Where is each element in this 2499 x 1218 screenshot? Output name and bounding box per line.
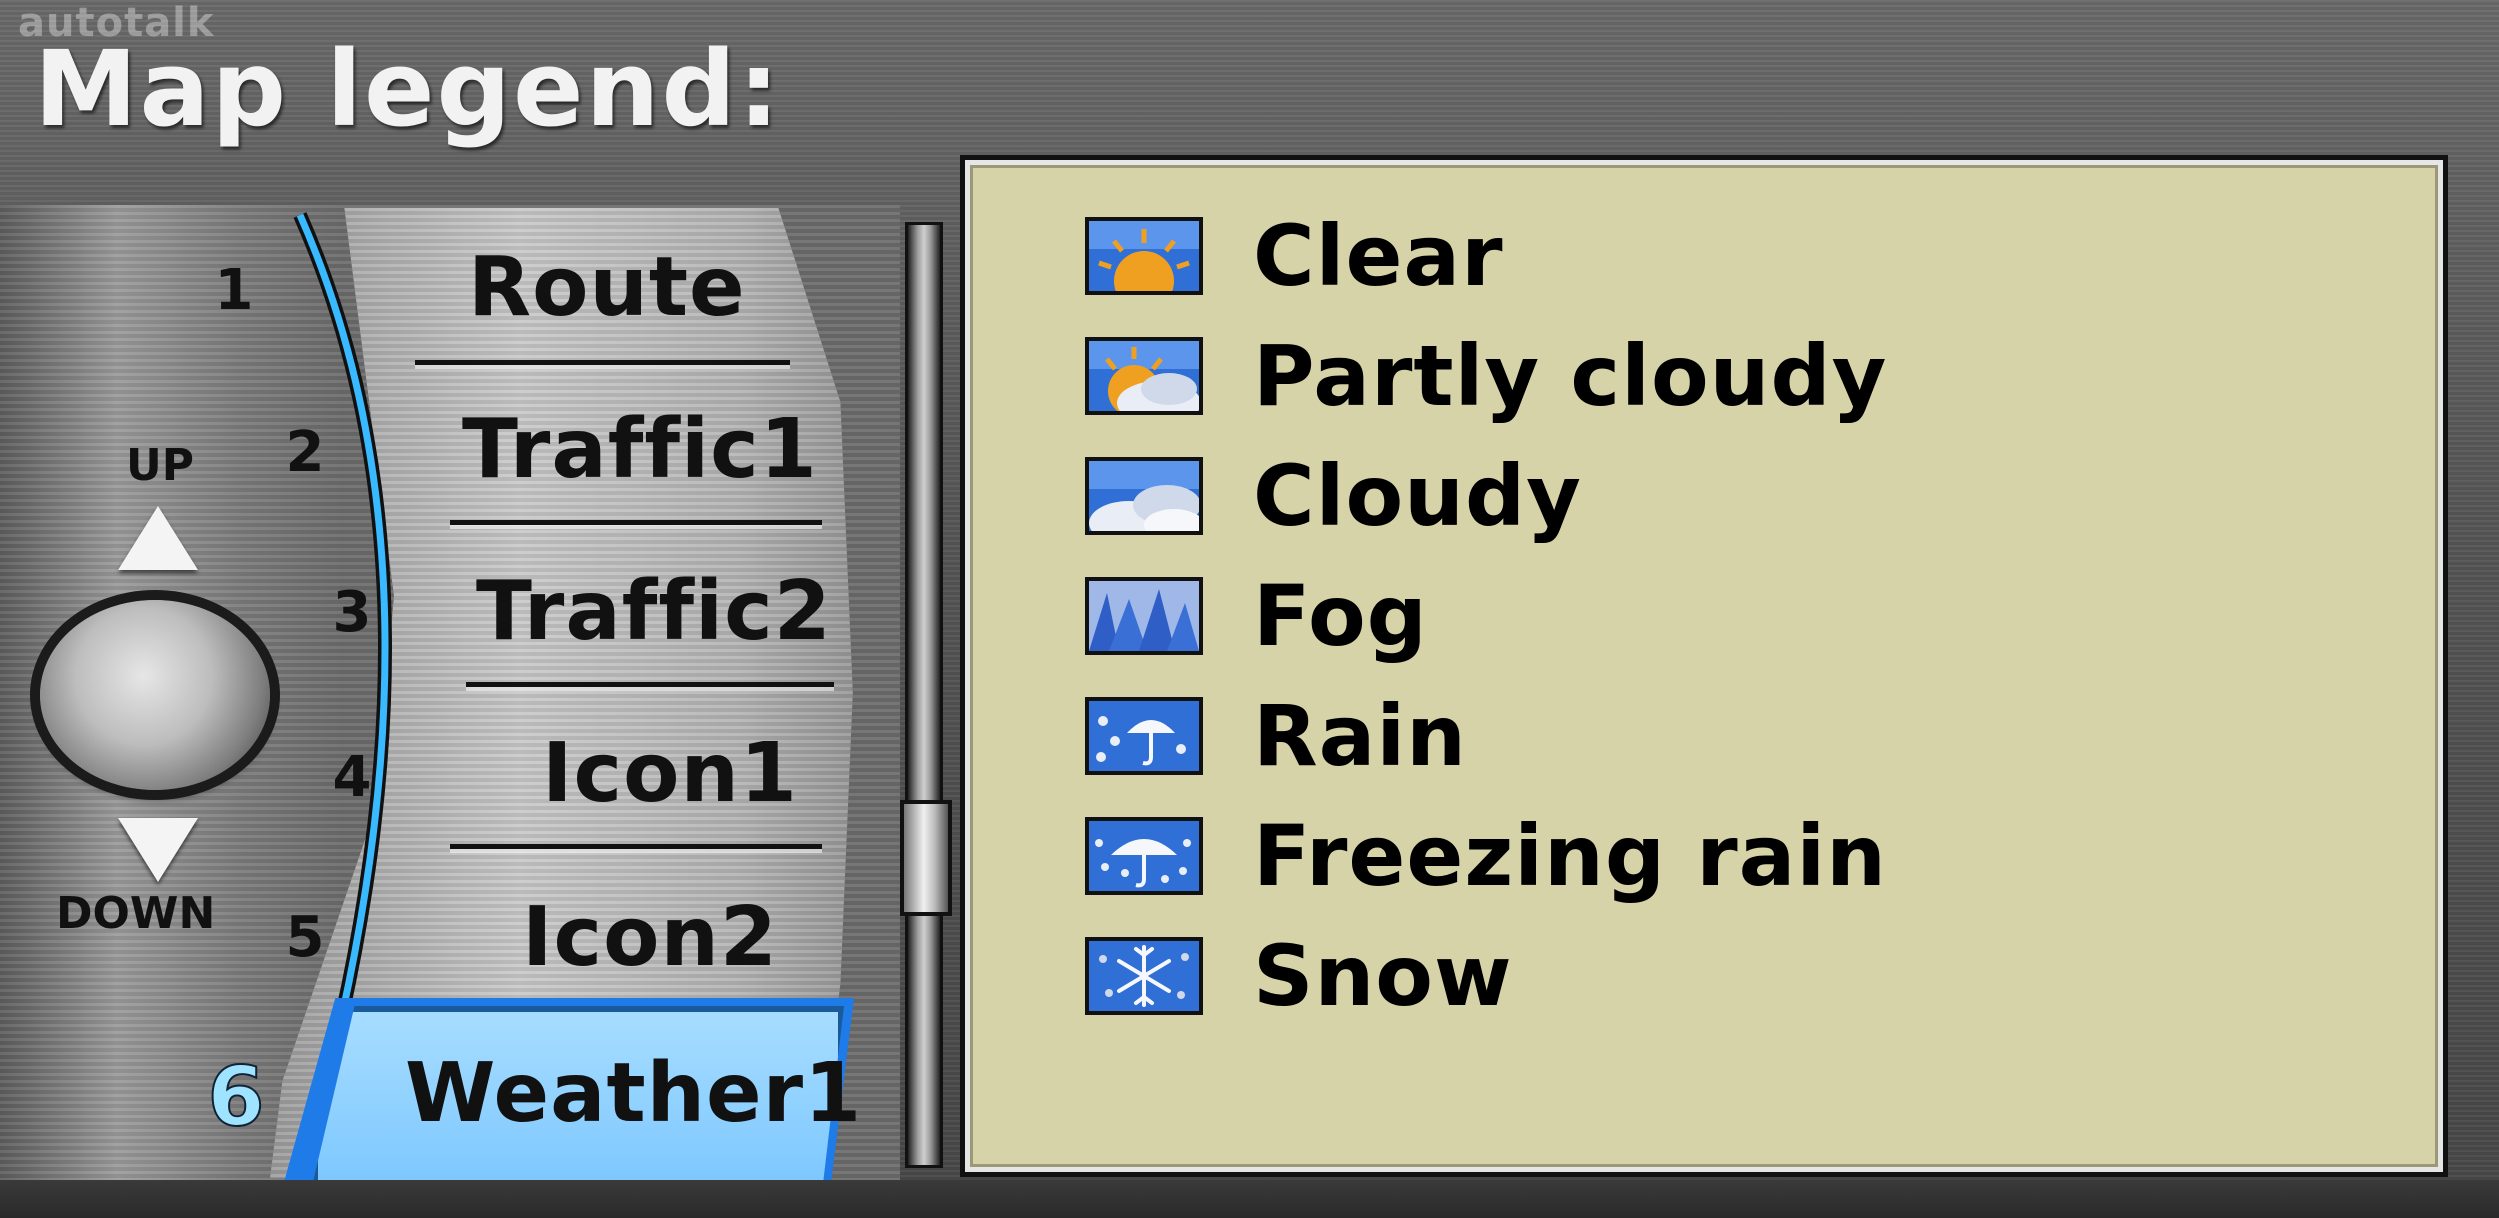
legend-row-cloudy: Cloudy — [1085, 447, 1582, 545]
selector-knob[interactable] — [40, 600, 270, 790]
partly-cloudy-icon — [1085, 337, 1203, 415]
page-title: Map legend: — [34, 28, 782, 150]
legend-row-fog: Fog — [1085, 567, 1428, 665]
legend-row-rain: Rain — [1085, 687, 1467, 785]
menu-number-6: 6 — [206, 1049, 265, 1146]
legend-panel: Clear Partly cloudy Cloudy Fog Rain Free… — [960, 155, 2448, 1177]
up-arrow-icon[interactable] — [118, 506, 198, 570]
legend-label-rain: Rain — [1253, 687, 1467, 785]
menu-item-icon2[interactable]: Icon2 — [522, 890, 778, 985]
rain-icon — [1085, 697, 1203, 775]
legend-row-freezing-rain: Freezing rain — [1085, 807, 1887, 905]
bottom-strip — [0, 1180, 2499, 1218]
menu-separator — [450, 520, 822, 525]
scrollbar-track[interactable] — [905, 222, 943, 1168]
legend-row-clear: Clear — [1085, 207, 1504, 305]
menu-number-3: 3 — [332, 580, 372, 645]
snow-icon — [1085, 937, 1203, 1015]
menu-item-icon1[interactable]: Icon1 — [542, 726, 798, 821]
menu-number-5: 5 — [285, 905, 325, 970]
menu-number-4: 4 — [332, 745, 372, 810]
menu-number-1: 1 — [214, 258, 254, 323]
freezing-rain-icon — [1085, 817, 1203, 895]
down-label: DOWN — [56, 888, 216, 939]
menu-item-weather1[interactable]: Weather1 — [405, 1046, 862, 1141]
fog-icon — [1085, 577, 1203, 655]
menu-separator — [450, 844, 822, 849]
menu-separator — [466, 682, 834, 687]
up-label: UP — [126, 440, 194, 491]
down-arrow-icon[interactable] — [118, 818, 198, 882]
legend-label-freezing-rain: Freezing rain — [1253, 807, 1887, 905]
legend-row-partly-cloudy: Partly cloudy — [1085, 327, 1887, 425]
legend-label-clear: Clear — [1253, 207, 1504, 305]
menu-number-2: 2 — [285, 420, 325, 485]
legend-label-fog: Fog — [1253, 567, 1428, 665]
cloudy-icon — [1085, 457, 1203, 535]
scrollbar-thumb[interactable] — [900, 800, 952, 916]
menu-separator — [415, 360, 790, 365]
legend-row-snow: Snow — [1085, 927, 1513, 1025]
legend-label-partly-cloudy: Partly cloudy — [1253, 327, 1888, 425]
menu-item-traffic1[interactable]: Traffic1 — [462, 402, 818, 497]
menu-item-route[interactable]: Route — [468, 240, 746, 335]
menu-item-traffic2[interactable]: Traffic2 — [476, 564, 832, 659]
legend-label-snow: Snow — [1253, 927, 1513, 1025]
clear-weather-icon — [1085, 217, 1203, 295]
legend-label-cloudy: Cloudy — [1253, 447, 1582, 545]
